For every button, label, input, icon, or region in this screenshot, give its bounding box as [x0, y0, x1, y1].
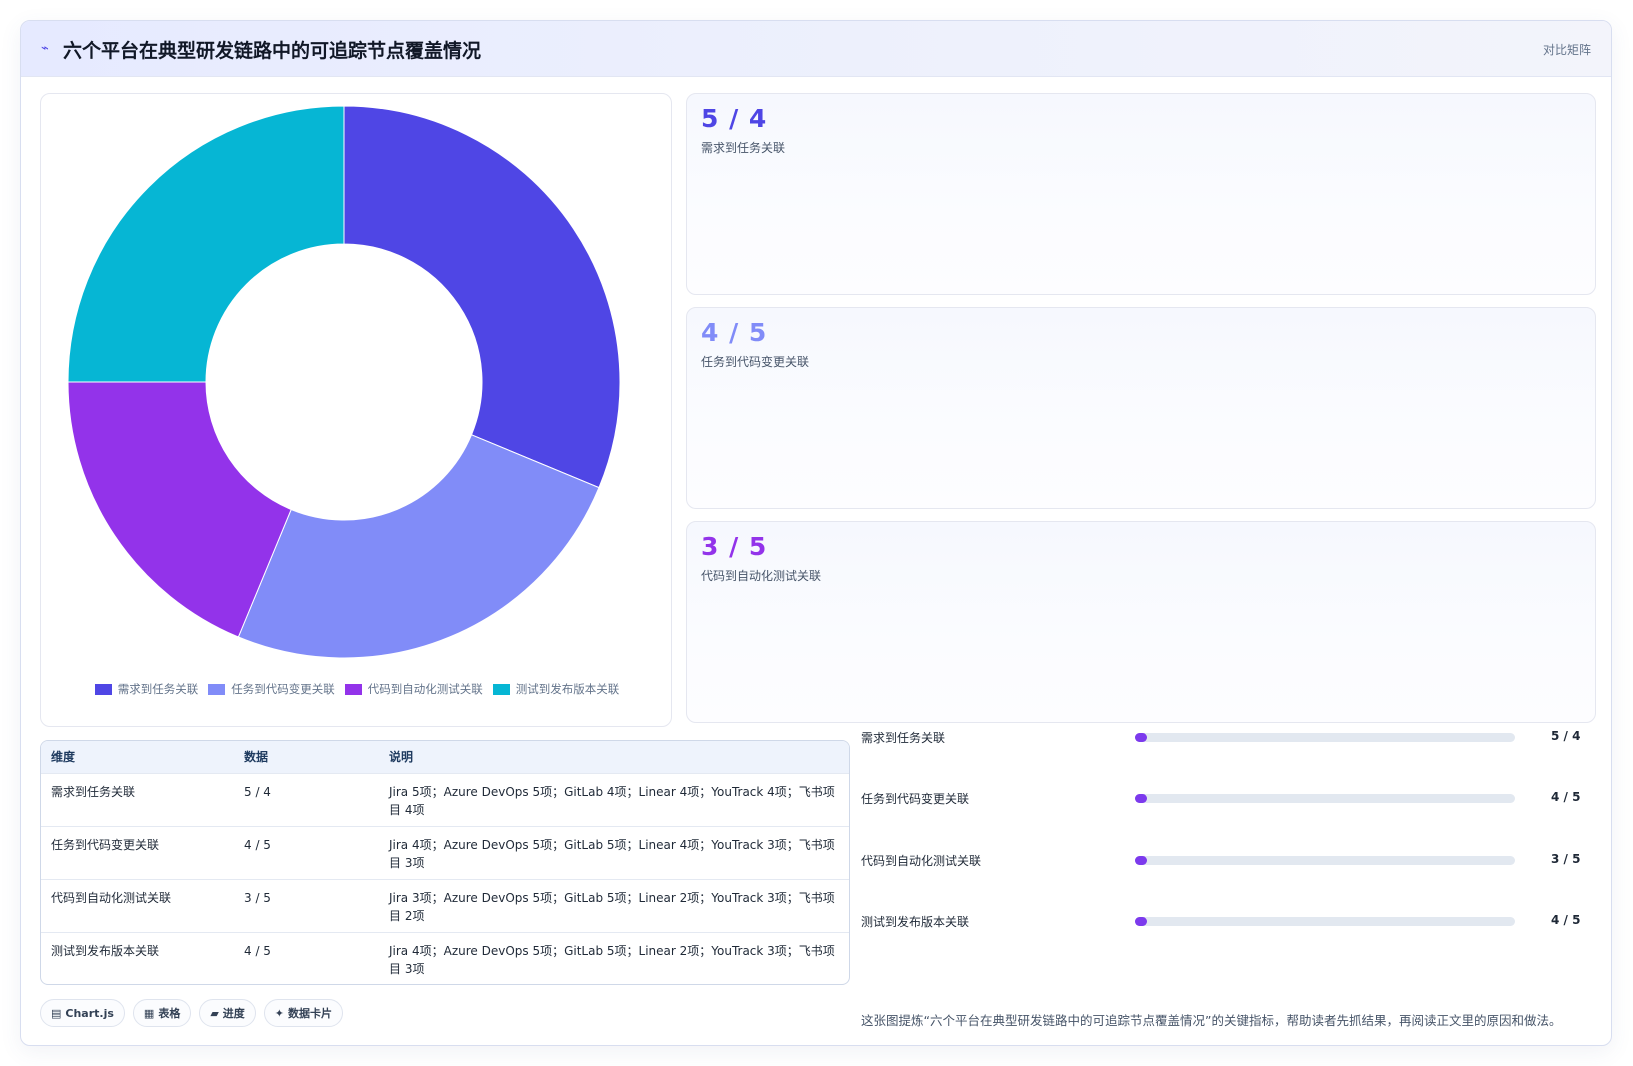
stat-card-1: 5 / 4 需求到任务关联 — [686, 93, 1596, 295]
progress-fill — [1135, 856, 1147, 865]
progress-row-4: 测试到发布版本关联 4 / 5 — [861, 911, 1581, 931]
legend-item[interactable]: 测试到发布版本关联 — [492, 681, 620, 697]
chart-legend: 需求到任务关联 任务到代码变更关联 代码到自动化测试关联 测试到发布版本关联 — [41, 679, 673, 699]
table-cell: Jira 5项；Azure DevOps 5项；GitLab 4项；Linear… — [389, 784, 835, 817]
tag-label: Chart.js — [65, 1006, 114, 1020]
legend-item[interactable]: 任务到代码变更关联 — [208, 681, 335, 697]
table-cell: 4 / 5 — [244, 943, 271, 958]
progress-value: 4 / 5 — [1551, 913, 1581, 927]
stat-label: 任务到代码变更关联 — [701, 355, 810, 369]
column-header-description: 说明 — [389, 750, 414, 765]
progress-value: 5 / 4 — [1551, 729, 1581, 743]
table-cell: Jira 4项；Azure DevOps 5项；GitLab 5项；Linear… — [389, 943, 835, 976]
stat-value: 5 / 4 — [701, 104, 768, 133]
data-table: 维度 数据 说明 需求到任务关联 5 / 4 Jira 5项；Azure Dev… — [40, 740, 850, 985]
progress-fill — [1135, 733, 1147, 742]
stat-card-3: 3 / 5 代码到自动化测试关联 — [686, 521, 1596, 723]
progress-value: 4 / 5 — [1551, 790, 1581, 804]
progress-track — [1135, 856, 1515, 865]
legend-label: 任务到代码变更关联 — [231, 682, 335, 696]
table-cell: 任务到代码变更关联 — [51, 837, 160, 852]
table-cell: 5 / 4 — [244, 784, 271, 799]
legend-swatch — [344, 683, 362, 695]
tag-progress[interactable]: ▰ 进度 — [199, 999, 256, 1027]
stat-card-2: 4 / 5 任务到代码变更关联 — [686, 307, 1596, 509]
table-cell: 需求到任务关联 — [51, 784, 136, 799]
progress-label: 需求到任务关联 — [861, 731, 946, 745]
tag-table[interactable]: ▦ 表格 — [132, 999, 192, 1027]
table-cell: 测试到发布版本关联 — [51, 943, 160, 958]
table-cell: Jira 3项；Azure DevOps 5项；GitLab 5项；Linear… — [389, 890, 835, 923]
tag-chartjs[interactable]: ▤ Chart.js — [40, 999, 125, 1027]
progress-icon: ▰ — [210, 1006, 219, 1020]
table-header-row: 维度 数据 说明 — [41, 741, 849, 773]
tag-data-card[interactable]: ✦ 数据卡片 — [263, 999, 344, 1027]
progress-row-1: 需求到任务关联 5 / 4 — [861, 727, 1581, 747]
legend-label: 测试到发布版本关联 — [515, 682, 620, 696]
table-cell: Jira 4项；Azure DevOps 5项；GitLab 5项；Linear… — [389, 837, 835, 870]
stat-value: 4 / 5 — [701, 318, 768, 347]
progress-fill — [1135, 917, 1147, 926]
legend-swatch — [94, 683, 112, 695]
card-header: ⌁ 六个平台在典型研发链路中的可追踪节点覆盖情况 对比矩阵 — [21, 21, 1611, 77]
progress-row-2: 任务到代码变更关联 4 / 5 — [861, 788, 1581, 808]
table-icon: ▦ — [143, 1006, 155, 1020]
table-row: 需求到任务关联 5 / 4 Jira 5项；Azure DevOps 5项；Gi… — [41, 773, 849, 826]
progress-label: 任务到代码变更关联 — [861, 792, 970, 806]
legend-label: 代码到自动化测试关联 — [367, 682, 483, 696]
stat-label: 代码到自动化测试关联 — [701, 569, 822, 583]
table-row: 代码到自动化测试关联 3 / 5 Jira 3项；Azure DevOps 5项… — [41, 879, 849, 932]
tag-label: 数据卡片 — [288, 1007, 333, 1020]
legend-swatch — [208, 683, 226, 695]
sparkle-icon: ✦ — [274, 1006, 285, 1020]
table-cell: 代码到自动化测试关联 — [51, 890, 172, 905]
legend-item[interactable]: 代码到自动化测试关联 — [344, 681, 483, 697]
progress-track — [1135, 917, 1515, 926]
donut-slice-2[interactable] — [237, 434, 600, 659]
progress-value: 3 / 5 — [1551, 852, 1581, 866]
comparison-matrix-label: 对比矩阵 — [1542, 43, 1591, 57]
tag-list: ▤ Chart.js ▦ 表格 ▰ 进度 ✦ 数据卡片 — [40, 999, 344, 1027]
footer-note: 这张图提炼“六个平台在典型研发链路中的可追踪节点覆盖情况”的关键指标，帮助读者先… — [861, 1013, 1562, 1028]
stat-value: 3 / 5 — [701, 532, 768, 561]
donut-chart-panel: 需求到任务关联 任务到代码变更关联 代码到自动化测试关联 测试到发布版本关联 — [40, 93, 672, 727]
progress-label: 测试到发布版本关联 — [861, 915, 970, 929]
progress-track — [1135, 794, 1515, 803]
legend-label: 需求到任务关联 — [117, 682, 199, 696]
column-header-dimension: 维度 — [51, 750, 76, 765]
chart-icon: ⌁ — [41, 41, 49, 56]
stat-label: 需求到任务关联 — [701, 141, 786, 155]
table-row: 任务到代码变更关联 4 / 5 Jira 4项；Azure DevOps 5项；… — [41, 826, 849, 879]
chart-icon: ▤ — [51, 1006, 62, 1020]
donut-slice-4[interactable] — [67, 105, 345, 383]
tag-label: 进度 — [222, 1007, 245, 1020]
column-header-data: 数据 — [244, 750, 269, 765]
donut-chart — [67, 105, 621, 659]
progress-label: 代码到自动化测试关联 — [861, 854, 982, 868]
progress-track — [1135, 733, 1515, 742]
tag-label: 表格 — [158, 1007, 181, 1020]
table-cell: 4 / 5 — [244, 837, 271, 852]
page-title: 六个平台在典型研发链路中的可追踪节点覆盖情况 — [63, 40, 482, 62]
legend-swatch — [492, 683, 510, 695]
table-cell: 3 / 5 — [244, 890, 271, 905]
legend-item[interactable]: 需求到任务关联 — [94, 681, 199, 697]
progress-row-3: 代码到自动化测试关联 3 / 5 — [861, 850, 1581, 870]
donut-slice-1[interactable] — [343, 105, 621, 489]
dashboard-card: ⌁ 六个平台在典型研发链路中的可追踪节点覆盖情况 对比矩阵 需求到任务关联任务到… — [20, 20, 1612, 1046]
progress-fill — [1135, 794, 1147, 803]
table-row: 测试到发布版本关联 4 / 5 Jira 4项；Azure DevOps 5项；… — [41, 932, 849, 984]
